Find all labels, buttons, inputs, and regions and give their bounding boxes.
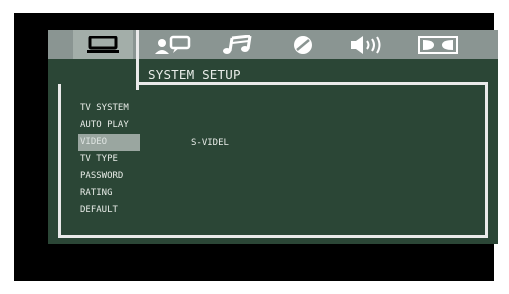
menu-item-password[interactable]: PASSWORD bbox=[78, 168, 140, 185]
tab-dolby[interactable] bbox=[408, 30, 468, 59]
dolby-digital-icon bbox=[418, 35, 458, 54]
setup-menu-osd: SYSTEM SETUP TV SYSTEM AUTO PLAY VIDEO T… bbox=[48, 30, 498, 244]
page-title: SYSTEM SETUP bbox=[148, 67, 241, 82]
tab-audio[interactable] bbox=[208, 30, 268, 59]
tab-system[interactable] bbox=[73, 30, 133, 59]
music-note-icon bbox=[223, 34, 252, 54]
speaker-person-icon bbox=[155, 35, 191, 54]
tv-monitor-icon bbox=[87, 35, 119, 53]
menu-item-tv-system[interactable]: TV SYSTEM bbox=[78, 100, 140, 117]
tab-bar bbox=[48, 30, 498, 59]
disc-icon bbox=[294, 35, 312, 54]
menu-item-default[interactable]: DEFAULT bbox=[78, 202, 140, 219]
video-output-value[interactable]: S-VIDEL bbox=[191, 135, 229, 152]
menu-item-tv-type[interactable]: TV TYPE bbox=[78, 151, 140, 168]
tab-video[interactable] bbox=[273, 30, 333, 59]
tab-speaker[interactable] bbox=[338, 30, 398, 59]
menu-item-rating[interactable]: RATING bbox=[78, 185, 140, 202]
volume-sound-icon bbox=[351, 35, 381, 54]
menu-item-auto-play[interactable]: AUTO PLAY bbox=[78, 117, 140, 134]
menu-item-video[interactable]: VIDEO bbox=[78, 134, 140, 151]
tab-language[interactable] bbox=[143, 30, 203, 59]
settings-menu: TV SYSTEM AUTO PLAY VIDEO TV TYPE PASSWO… bbox=[78, 100, 140, 219]
